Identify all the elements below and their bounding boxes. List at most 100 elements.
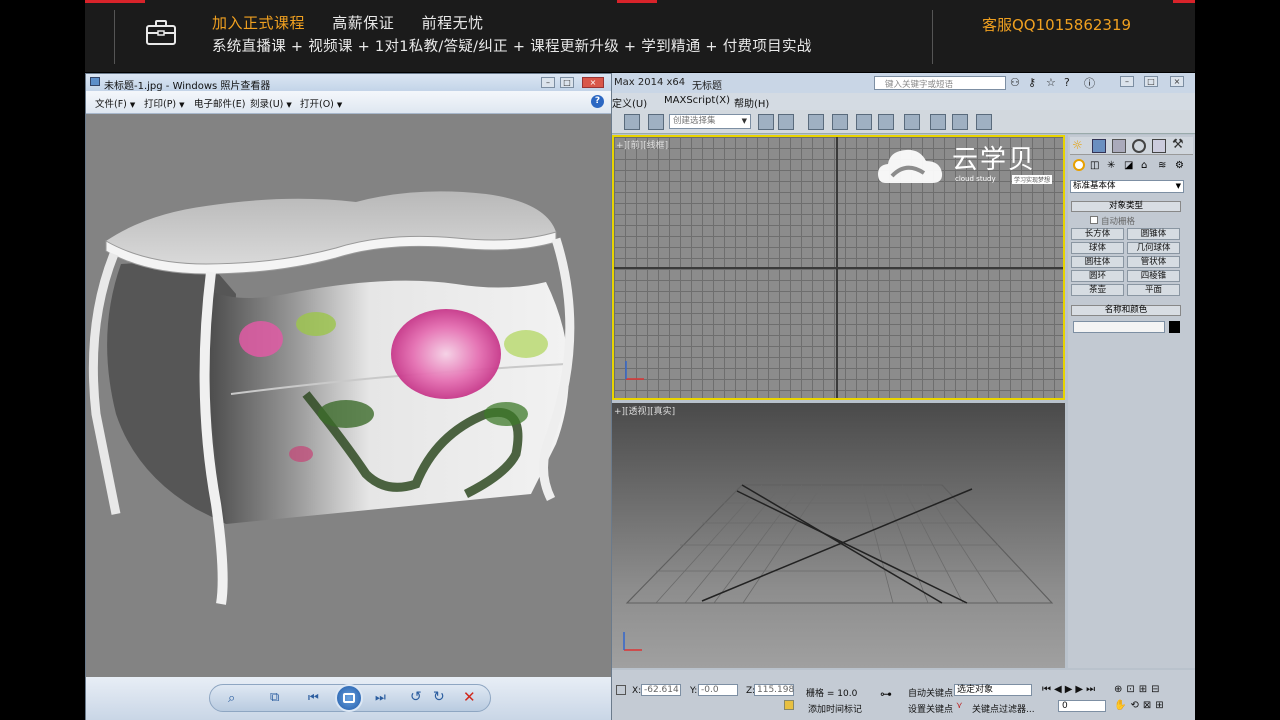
- search-input[interactable]: 键入关键字或短语: [874, 76, 1006, 90]
- primitive-button[interactable]: 球体: [1071, 242, 1124, 254]
- previous-icon[interactable]: ⏮: [308, 690, 319, 705]
- systems-icon[interactable]: ⚙: [1175, 160, 1184, 171]
- viewport-perspective[interactable]: +][透视][真实]: [612, 403, 1065, 668]
- menu-item[interactable]: MAXScript(X): [664, 95, 730, 106]
- help-circle-icon[interactable]: ⓘ: [1084, 75, 1095, 91]
- schematic-view-icon[interactable]: [878, 114, 894, 130]
- mirror-icon[interactable]: [758, 114, 774, 130]
- help-icon[interactable]: ?: [591, 95, 604, 108]
- shapes-icon[interactable]: ◫: [1090, 160, 1099, 171]
- zoom-icon[interactable]: ⌕: [228, 691, 235, 706]
- y-coordinate-field[interactable]: -0.0: [698, 684, 738, 696]
- playback-controls[interactable]: ⏮◀▶▶⏭: [1042, 684, 1098, 695]
- autogrid-checkbox[interactable]: 自动栅格: [1090, 215, 1135, 227]
- primitive-button[interactable]: 管状体: [1127, 256, 1180, 268]
- display-tab-icon[interactable]: [1152, 139, 1166, 153]
- menu-label: 刻录(U): [250, 99, 284, 110]
- geometry-icon[interactable]: [1073, 159, 1085, 171]
- material-editor-icon[interactable]: [904, 114, 920, 130]
- window-title: 未标题-1.jpg - Windows 照片查看器: [104, 81, 271, 92]
- named-selection-set-dropdown[interactable]: 创建选择集 ▼: [669, 114, 751, 129]
- key-mode-dropdown[interactable]: 选定对象: [954, 684, 1032, 696]
- grid-size-label: 栅格 = 10.0: [806, 689, 858, 699]
- render-setup-icon[interactable]: [930, 114, 946, 130]
- key-filters-button[interactable]: 关键点过滤器...: [972, 702, 1035, 715]
- object-color-swatch[interactable]: [1169, 321, 1180, 333]
- align-icon[interactable]: [778, 114, 794, 130]
- minimize-button[interactable]: –: [1120, 76, 1134, 87]
- next-icon[interactable]: ⏭: [375, 690, 386, 705]
- sun-icon[interactable]: ☼: [1072, 138, 1083, 152]
- object-name-field[interactable]: [1073, 321, 1165, 333]
- maximize-button[interactable]: □: [1144, 76, 1158, 87]
- dropdown-value: 标准基本体: [1073, 181, 1116, 191]
- x-coordinate-field[interactable]: -62.614: [641, 684, 681, 696]
- current-frame-field[interactable]: 0: [1058, 700, 1106, 712]
- motion-tab-icon[interactable]: [1132, 139, 1146, 153]
- primitive-type-dropdown[interactable]: 标准基本体 ▼: [1070, 180, 1184, 193]
- primitive-button[interactable]: 长方体: [1071, 228, 1124, 240]
- primitive-button[interactable]: 四棱锥: [1127, 270, 1180, 282]
- spacewarps-icon[interactable]: ≋: [1158, 160, 1166, 171]
- photo-canvas[interactable]: [86, 114, 611, 677]
- fit-window-icon[interactable]: ⧉: [270, 690, 279, 705]
- rotate-cw-icon[interactable]: ↻: [433, 689, 445, 705]
- snap-icon[interactable]: [624, 114, 640, 130]
- close-button[interactable]: ×: [1170, 76, 1184, 87]
- viewport-nav-controls[interactable]: ✋⟲⊠⊞: [1114, 700, 1168, 711]
- primitive-button[interactable]: 平面: [1127, 284, 1180, 296]
- helpers-icon[interactable]: ⌂: [1141, 160, 1147, 171]
- menu-burn[interactable]: 刻录(U) ▼: [250, 96, 292, 110]
- rollout-header[interactable]: 对象类型: [1071, 201, 1181, 212]
- curve-editor-icon[interactable]: [856, 114, 872, 130]
- render-teapot-icon[interactable]: [976, 114, 992, 130]
- minimize-button[interactable]: –: [541, 77, 555, 88]
- binoculars-icon[interactable]: ⚇: [1010, 76, 1020, 89]
- set-key-button[interactable]: 设置关键点: [908, 702, 953, 715]
- viewport-label[interactable]: +][前][线框]: [616, 138, 668, 151]
- menu-file[interactable]: 文件(F) ▼: [95, 96, 135, 110]
- maximize-button[interactable]: □: [560, 77, 574, 88]
- watermark-brand: 云学贝: [952, 145, 1037, 175]
- customer-service-qq[interactable]: 客服QQ1015862319: [982, 14, 1131, 35]
- selection-lock-icon[interactable]: [616, 685, 626, 695]
- key-icon[interactable]: ⚷: [1028, 76, 1036, 89]
- menu-open[interactable]: 打开(O) ▼: [300, 96, 342, 110]
- chevron-down-icon: ▼: [129, 101, 136, 109]
- edit-named-selection-icon[interactable]: [648, 114, 664, 130]
- rollout-header[interactable]: 名称和颜色: [1071, 305, 1181, 316]
- auto-key-button[interactable]: 自动关键点: [908, 686, 953, 699]
- menu-item[interactable]: 帮助(H): [734, 95, 769, 110]
- modify-tab-icon[interactable]: [1092, 139, 1106, 153]
- close-button[interactable]: ×: [582, 77, 604, 88]
- slideshow-button[interactable]: [335, 684, 363, 712]
- menu-print[interactable]: 打印(P) ▼: [144, 96, 185, 110]
- time-tag-icon[interactable]: [784, 700, 794, 710]
- chevron-down-icon: ▼: [741, 117, 747, 125]
- hierarchy-tab-icon[interactable]: [1112, 139, 1126, 153]
- rotate-ccw-icon[interactable]: ↺: [410, 689, 422, 705]
- viewport-front[interactable]: +][前][线框] 云学贝 cloud study 学习实现梦想: [612, 135, 1065, 400]
- scene-explorer-icon[interactable]: [832, 114, 848, 130]
- menu-item[interactable]: 定义(U): [612, 95, 647, 110]
- cameras-icon[interactable]: ◪: [1124, 160, 1133, 171]
- lights-icon[interactable]: ✳: [1107, 160, 1115, 171]
- menu-email[interactable]: 电子邮件(E): [194, 96, 245, 110]
- add-time-tag[interactable]: 添加时间标记: [808, 702, 862, 715]
- hammer-icon[interactable]: ⚒: [1172, 137, 1184, 152]
- delete-icon[interactable]: ✕: [463, 688, 476, 706]
- dropdown-value: 选定对象: [957, 685, 994, 695]
- primitive-button[interactable]: 圆柱体: [1071, 256, 1124, 268]
- z-coordinate-field[interactable]: 115.198: [754, 684, 794, 696]
- primitive-button[interactable]: 圆环: [1071, 270, 1124, 282]
- star-icon[interactable]: ☆: [1046, 76, 1056, 89]
- layer-manager-icon[interactable]: [808, 114, 824, 130]
- viewport-nav-controls[interactable]: ⊕⊡⊞⊟: [1114, 684, 1164, 695]
- primitive-button[interactable]: 茶壶: [1071, 284, 1124, 296]
- primitive-button[interactable]: 圆锥体: [1127, 228, 1180, 240]
- viewer-menu-bar: 文件(F) ▼ 打印(P) ▼ 电子邮件(E) 刻录(U) ▼ 打开(O) ▼ ?: [86, 91, 611, 114]
- help-icon[interactable]: ?: [1064, 76, 1070, 89]
- key-icon[interactable]: ⊶: [880, 687, 892, 701]
- primitive-button[interactable]: 几何球体: [1127, 242, 1180, 254]
- rendered-frame-icon[interactable]: [952, 114, 968, 130]
